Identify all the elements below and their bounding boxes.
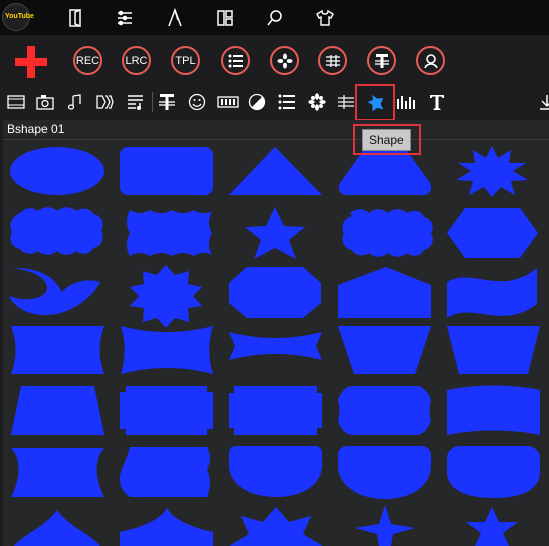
shape-wave-banner[interactable]: [447, 268, 537, 318]
shape-concave-diamond[interactable]: [11, 448, 104, 497]
shape-shield-2[interactable]: [338, 446, 431, 499]
shape-ribbon[interactable]: [229, 332, 322, 360]
shapes-svg: [9, 146, 540, 546]
emoji-icon[interactable]: [188, 93, 206, 111]
shape-rounded-shield[interactable]: [447, 446, 540, 498]
shape-dome[interactable]: [14, 510, 100, 546]
flower-icon: [277, 53, 292, 68]
music-staff-icon[interactable]: [337, 93, 355, 111]
search-icon[interactable]: [265, 8, 285, 28]
music-lines-button[interactable]: [318, 46, 347, 75]
shape-scalloped[interactable]: [127, 210, 212, 256]
shape-tooltip: Shape: [362, 129, 411, 151]
red-plus-icon[interactable]: [13, 44, 49, 80]
shape-trapezoid[interactable]: [338, 148, 432, 195]
door-icon[interactable]: [66, 8, 86, 28]
person-button[interactable]: [416, 46, 445, 75]
tshirt-icon[interactable]: [315, 8, 335, 28]
film-icon[interactable]: [7, 93, 25, 111]
shape-notched-rect-2[interactable]: [229, 386, 322, 435]
bullet-list-icon[interactable]: [278, 93, 296, 111]
shape-trapezoid-3[interactable]: [11, 386, 104, 435]
shape-wavy-rect[interactable]: [447, 385, 540, 436]
rec-button[interactable]: REC: [73, 46, 102, 75]
shape-cloud[interactable]: [10, 207, 103, 255]
panel-title: Bshape 01: [7, 122, 65, 136]
flower-icon[interactable]: [308, 93, 326, 111]
shape-hexagon[interactable]: [447, 208, 538, 258]
camera-icon[interactable]: [36, 93, 54, 111]
shape-inverted-trapezoid[interactable]: [338, 326, 431, 374]
contrast-icon[interactable]: [248, 93, 266, 111]
flower-button[interactable]: [270, 46, 299, 75]
compass-icon[interactable]: [165, 8, 185, 28]
shape-tool-highlight: [355, 84, 395, 121]
equalizer-icon[interactable]: [396, 93, 418, 111]
text-button[interactable]: [367, 46, 396, 75]
lyrics-icon[interactable]: [127, 93, 145, 111]
bar-meter-icon[interactable]: [217, 93, 239, 111]
shape-house[interactable]: [338, 267, 431, 318]
shape-triangle[interactable]: [229, 147, 322, 195]
title-t-icon[interactable]: [428, 93, 446, 111]
download-icon[interactable]: [538, 93, 549, 111]
shape-star-8[interactable]: [130, 265, 202, 328]
shape-rounded-rect[interactable]: [120, 147, 213, 195]
shape-trapezoid-2[interactable]: [447, 326, 540, 374]
shape-star-5[interactable]: [245, 207, 305, 259]
list-sliders-icon[interactable]: [115, 8, 135, 28]
shape-cloud-2[interactable]: [342, 209, 433, 257]
shape-crescent[interactable]: [9, 268, 100, 315]
shape-arch[interactable]: [120, 506, 213, 546]
shape-bowtie[interactable]: [121, 326, 213, 374]
text-icon: [374, 53, 389, 68]
music-note-icon[interactable]: [66, 93, 84, 111]
toolbar-separator: [152, 92, 153, 112]
shape-star-top[interactable]: [229, 507, 323, 546]
shape-starburst[interactable]: [456, 146, 528, 197]
person-icon: [423, 53, 438, 68]
list-button[interactable]: [221, 46, 250, 75]
tpl-button[interactable]: TPL: [171, 46, 200, 75]
app-logo[interactable]: YouTube: [2, 3, 34, 31]
shape-star-small[interactable]: [466, 507, 518, 546]
shape-rounded-notch[interactable]: [338, 386, 431, 435]
shape-ellipse[interactable]: [10, 147, 104, 195]
music-staff-icon: [325, 54, 340, 67]
shape-sparkle[interactable]: [355, 505, 415, 546]
shape-grid: [0, 140, 549, 546]
layout-icon[interactable]: [215, 8, 235, 28]
shape-concave-rect[interactable]: [11, 326, 104, 374]
shape-notched-rect[interactable]: [120, 386, 213, 435]
bullet-list-icon: [228, 54, 243, 67]
text-lines-icon[interactable]: [158, 93, 176, 111]
shape-octagon[interactable]: [229, 267, 321, 318]
transition-icon[interactable]: [96, 93, 114, 111]
shape-shield[interactable]: [229, 446, 322, 497]
shape-badge[interactable]: [120, 447, 210, 497]
lrc-button[interactable]: LRC: [122, 46, 151, 75]
